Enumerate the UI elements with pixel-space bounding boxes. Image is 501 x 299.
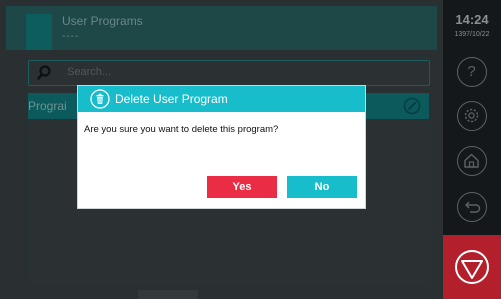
emergency-stop-button[interactable] [443, 235, 501, 299]
page-header: User Programs ---- [6, 6, 437, 50]
delete-program-dialog: Delete User Program Are you sure you wan… [78, 86, 365, 208]
trash-icon [90, 89, 110, 109]
yes-button[interactable]: Yes [207, 176, 277, 198]
edit-icon[interactable] [403, 97, 421, 115]
app-screen: User Programs ---- Search... Prograi 14:… [0, 0, 501, 299]
page-subtitle: ---- [62, 31, 80, 42]
search-icon [37, 65, 51, 80]
dialog-title: Delete User Program [115, 92, 228, 106]
home-button[interactable] [457, 146, 487, 176]
page-title: User Programs [62, 14, 143, 28]
list-column-label: Prograi [28, 99, 67, 113]
no-button[interactable]: No [287, 176, 357, 198]
search-placeholder: Search... [67, 66, 112, 78]
dialog-header: Delete User Program [78, 86, 365, 112]
clock-date: 1397/10/22 [454, 31, 490, 38]
header-accent-block [26, 14, 52, 50]
back-icon [465, 201, 481, 213]
help-button[interactable]: ? [457, 57, 487, 87]
clock-time: 14:24 [455, 12, 489, 27]
dialog-message: Are you sure you want to delete this pro… [84, 124, 279, 135]
stop-icon [455, 250, 489, 284]
home-icon [464, 153, 479, 168]
help-icon: ? [467, 63, 476, 80]
bottom-decoration [138, 290, 198, 299]
settings-icon [464, 108, 479, 123]
search-input[interactable]: Search... [28, 60, 430, 86]
settings-button[interactable] [457, 101, 487, 131]
back-button[interactable] [457, 192, 487, 222]
